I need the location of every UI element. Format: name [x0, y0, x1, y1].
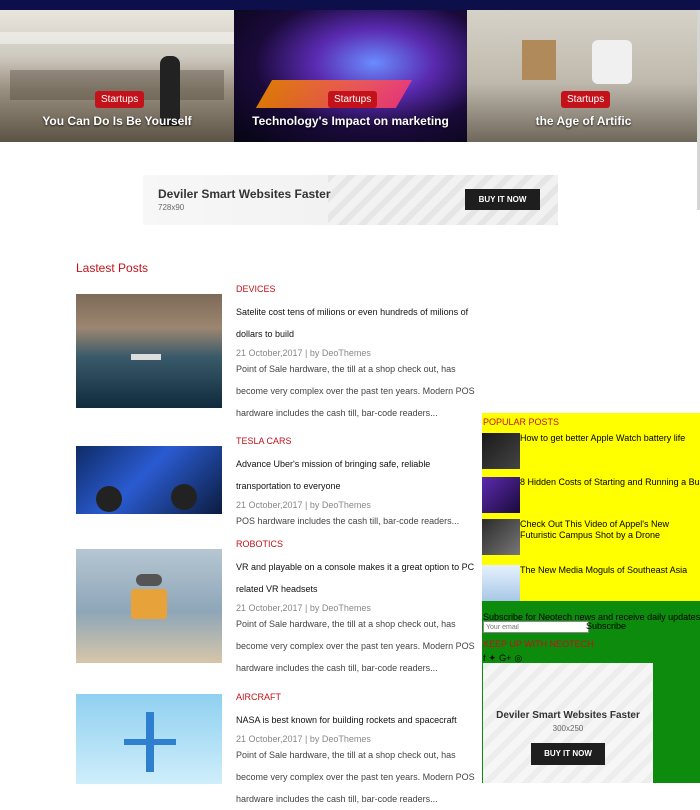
hero-card[interactable]: Startups You Can Do Is Be Yourself: [0, 10, 234, 142]
post-title[interactable]: Satelite cost tens of milions or even hu…: [236, 301, 481, 345]
section-title: Lastest Posts: [76, 261, 149, 275]
post-excerpt: Point of Sale hardware, the till at a sh…: [236, 750, 475, 804]
hero-title[interactable]: Technology's Impact on marketing: [234, 114, 467, 128]
popular-item-title[interactable]: The New Media Moguls of Southeast Asia: [520, 565, 700, 576]
post-category[interactable]: ROBOTICS: [236, 539, 481, 549]
hero-title[interactable]: You Can Do Is Be Yourself: [0, 114, 234, 128]
post-item: AIRCRAFT NASA is best known for building…: [76, 692, 486, 804]
post-info: ROBOTICS VR and playable on a console ma…: [236, 539, 481, 679]
robot-image[interactable]: [76, 549, 222, 663]
post-category[interactable]: DEVICES: [236, 284, 481, 294]
sidebar-ad-size: 300x250: [552, 724, 584, 733]
post-title[interactable]: Advance Uber's mission of bringing safe,…: [236, 453, 481, 497]
post-category[interactable]: AIRCRAFT: [236, 692, 481, 702]
post-info: DEVICES Satelite cost tens of milions or…: [236, 284, 481, 424]
post-title[interactable]: NASA is best known for building rockets …: [236, 709, 481, 731]
hero-card[interactable]: Startups Technology's Impact on marketin…: [234, 10, 467, 142]
ad-pattern: [483, 663, 653, 783]
sidebar-ad-title: Deviler Smart Websites Faster: [496, 710, 640, 721]
buy-it-now-button[interactable]: BUY IT NOW: [531, 743, 605, 765]
buy-it-now-button[interactable]: BUY IT NOW: [465, 189, 540, 210]
popular-posts-title: POPULAR POSTS: [483, 417, 560, 427]
post-meta: 21 October,2017 | by DeoThemes: [236, 348, 371, 358]
hero-card[interactable]: Startups the Age of Artific: [467, 10, 700, 142]
hero-badge[interactable]: Startups: [328, 91, 378, 108]
post-meta: 21 October,2017 | by DeoThemes: [236, 500, 371, 510]
post-category[interactable]: TESLA CARS: [236, 436, 481, 446]
hero-title[interactable]: the Age of Artific: [467, 114, 700, 128]
post-item: TESLA CARS Advance Uber's mission of bri…: [76, 436, 486, 536]
hero-badge[interactable]: Startups: [561, 91, 611, 108]
hero-badge[interactable]: Startups: [95, 91, 145, 108]
banner-ad[interactable]: Deviler Smart Websites Faster 728x90 BUY…: [143, 175, 558, 225]
sidebar: POPULAR POSTS How to get better Apple Wa…: [482, 413, 700, 783]
city-image[interactable]: [482, 565, 520, 601]
top-bar: [0, 0, 700, 10]
post-excerpt: Point of Sale hardware, the till at a sh…: [236, 364, 475, 418]
popular-item-title[interactable]: Check Out This Video of Appel's New Futu…: [520, 519, 700, 541]
post-meta: 21 October,2017 | by DeoThemes: [236, 603, 371, 613]
tablet-image[interactable]: [482, 519, 520, 555]
banner-ad-size: 728x90: [158, 203, 185, 212]
popular-item-title[interactable]: 8 Hidden Costs of Starting and Running a…: [520, 477, 700, 488]
laptop-thumb-image[interactable]: [482, 477, 520, 513]
keep-up-title: KEEP UP WITH NEOTECH: [483, 639, 594, 649]
aircraft-image[interactable]: [76, 694, 222, 784]
car-image[interactable]: [76, 446, 222, 514]
subscribe-button[interactable]: Subscribe: [586, 621, 626, 631]
post-item: ROBOTICS VR and playable on a console ma…: [76, 539, 486, 689]
post-title[interactable]: VR and playable on a console makes it a …: [236, 556, 481, 600]
popular-item-title[interactable]: How to get better Apple Watch battery li…: [520, 433, 700, 444]
post-excerpt: POS hardware includes the cash till, bar…: [236, 516, 460, 526]
post-info: AIRCRAFT NASA is best known for building…: [236, 692, 481, 810]
post-meta: 21 October,2017 | by DeoThemes: [236, 734, 371, 744]
satellite-image[interactable]: [76, 294, 222, 408]
post-info: TESLA CARS Advance Uber's mission of bri…: [236, 436, 481, 532]
popular-posts: POPULAR POSTS How to get better Apple Wa…: [482, 413, 700, 601]
hero-carousel: Startups You Can Do Is Be Yourself Start…: [0, 10, 700, 142]
banner-ad-title: Deviler Smart Websites Faster: [158, 187, 331, 201]
post-item: DEVICES Satelite cost tens of milions or…: [76, 284, 486, 434]
sidebar-ad[interactable]: Deviler Smart Websites Faster 300x250 BU…: [483, 663, 653, 783]
watch-image[interactable]: [482, 433, 520, 469]
post-excerpt: Point of Sale hardware, the till at a sh…: [236, 619, 475, 673]
email-field[interactable]: [483, 621, 589, 633]
